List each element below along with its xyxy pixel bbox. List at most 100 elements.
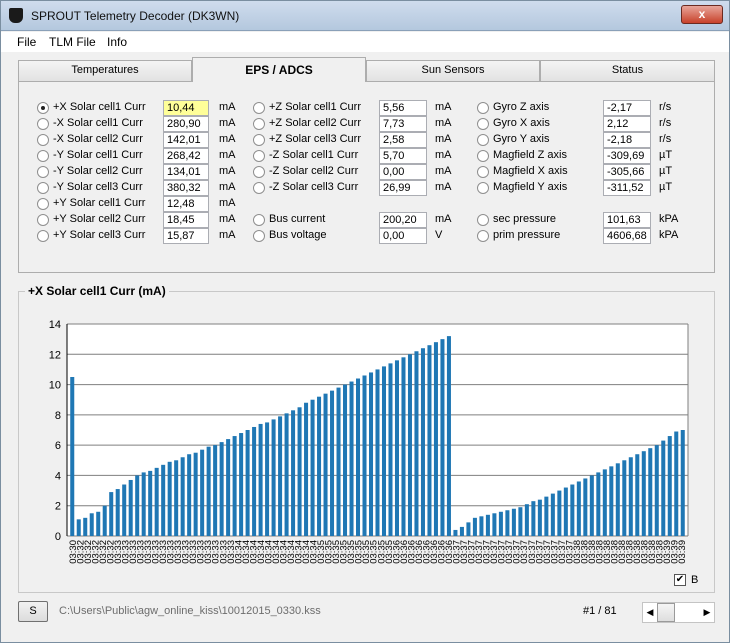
radio-button[interactable]: [253, 182, 265, 194]
unit-label: mA: [435, 133, 452, 145]
radio-label: sec pressure: [493, 213, 556, 225]
y-tick-label: 14: [49, 319, 61, 331]
bar: [381, 366, 387, 536]
menu-bar: File TLM File Info: [1, 32, 729, 52]
radio-button[interactable]: [37, 118, 49, 130]
tab-eps-adcs[interactable]: EPS / ADCS: [192, 57, 366, 82]
radio-button[interactable]: [253, 134, 265, 146]
menu-info[interactable]: Info: [107, 35, 127, 49]
bar: [89, 513, 94, 536]
bar: [570, 484, 575, 536]
scroll-right-icon[interactable]: ▶: [700, 603, 714, 622]
radio-button[interactable]: [37, 198, 49, 210]
bar: [304, 402, 309, 536]
value-field-x-solar-cell2-curr: 142,01: [163, 132, 209, 148]
record-scrollbar[interactable]: ◀ ▶: [642, 602, 715, 623]
radio-button[interactable]: [37, 214, 49, 226]
radio-button[interactable]: [253, 166, 265, 178]
s-button[interactable]: S: [18, 601, 48, 622]
bar: [135, 475, 140, 536]
unit-label: mA: [219, 101, 236, 113]
radio-button[interactable]: [477, 166, 489, 178]
radio-button[interactable]: [477, 214, 489, 226]
scroll-left-icon[interactable]: ◀: [643, 603, 657, 622]
radio-button[interactable]: [477, 230, 489, 242]
radio-label: -Z Solar cell1 Curr: [269, 149, 359, 161]
radio-button[interactable]: [37, 102, 49, 114]
bar: [511, 508, 516, 536]
bar: [674, 431, 679, 536]
eps-adcs-panel: +X Solar cell1 Curr 10,44 mA -X Solar cell1…: [18, 81, 715, 273]
bar: [213, 445, 218, 536]
bar: [284, 413, 289, 536]
bar: [518, 507, 523, 536]
bar: [524, 504, 529, 536]
file-path: C:\Users\Public\agw_online_kiss\10012015…: [59, 605, 321, 617]
unit-label: mA: [219, 133, 236, 145]
unit-label: mA: [435, 149, 452, 161]
y-tick-label: 6: [55, 440, 61, 452]
menu-tlm-file[interactable]: TLM File: [49, 35, 96, 49]
menu-file[interactable]: File: [17, 35, 36, 49]
scroll-thumb[interactable]: [657, 603, 675, 622]
bar: [206, 446, 211, 536]
radio-button[interactable]: [37, 182, 49, 194]
bar: [453, 529, 458, 536]
bar-chart: 0246810121403:3003:3203:3203:3203:3203:3…: [49, 319, 689, 564]
radio-button[interactable]: [37, 166, 49, 178]
value-field-x-solar-cell1-curr: 280,90: [163, 116, 209, 132]
radio-button[interactable]: [253, 214, 265, 226]
bar: [271, 419, 276, 536]
bar: [420, 348, 425, 536]
y-tick-label: 0: [55, 531, 61, 543]
radio-label: +X Solar cell1 Curr: [53, 101, 146, 113]
radio-button[interactable]: [253, 118, 265, 130]
unit-label: µT: [659, 149, 673, 161]
radio-button[interactable]: [253, 150, 265, 162]
chart-group-title: +X Solar cell1 Curr (mA): [25, 284, 169, 298]
bar: [667, 436, 672, 536]
bar: [109, 492, 114, 536]
radio-button[interactable]: [37, 150, 49, 162]
bar: [193, 452, 198, 536]
radio-button[interactable]: [477, 102, 489, 114]
tab-sun-sensors[interactable]: Sun Sensors: [366, 60, 540, 81]
bar: [505, 510, 510, 536]
unit-label: mA: [435, 213, 452, 225]
bar: [317, 396, 322, 536]
bar: [349, 381, 354, 536]
bar: [239, 433, 244, 536]
radio-button[interactable]: [253, 102, 265, 114]
tab-status[interactable]: Status: [540, 60, 715, 81]
bar: [537, 499, 542, 536]
radio-button[interactable]: [37, 134, 49, 146]
bar: [433, 342, 438, 536]
radio-label: +Y Solar cell3 Curr: [53, 229, 146, 241]
unit-label: kPA: [659, 229, 679, 241]
unit-label: mA: [219, 229, 236, 241]
bar: [648, 448, 653, 536]
checkbox-b[interactable]: ✔: [674, 574, 686, 586]
radio-button[interactable]: [477, 150, 489, 162]
value-field-y-solar-cell1-curr: 268,42: [163, 148, 209, 164]
bar: [375, 369, 380, 536]
bar: [485, 514, 490, 536]
x-tick-label: 03:39: [677, 540, 688, 564]
radio-button[interactable]: [477, 118, 489, 130]
radio-button[interactable]: [37, 230, 49, 242]
y-tick-label: 8: [55, 410, 61, 422]
bar: [635, 454, 640, 536]
radio-button[interactable]: [477, 182, 489, 194]
bar: [245, 430, 250, 536]
unit-label: r/s: [659, 117, 672, 129]
value-field-z-solar-cell1-curr: 5,56: [379, 100, 427, 116]
value-field-sec-pressure: 101,63: [603, 212, 651, 228]
status-bar: S C:\Users\Public\agw_online_kiss\100120…: [18, 599, 715, 627]
radio-button[interactable]: [253, 230, 265, 242]
radio-label: -Z Solar cell3 Curr: [269, 181, 359, 193]
radio-label: -Y Solar cell2 Curr: [53, 165, 143, 177]
close-button[interactable]: x: [681, 5, 723, 24]
y-tick-label: 12: [49, 349, 61, 361]
radio-button[interactable]: [477, 134, 489, 146]
tab-temperatures[interactable]: Temperatures: [18, 60, 192, 81]
